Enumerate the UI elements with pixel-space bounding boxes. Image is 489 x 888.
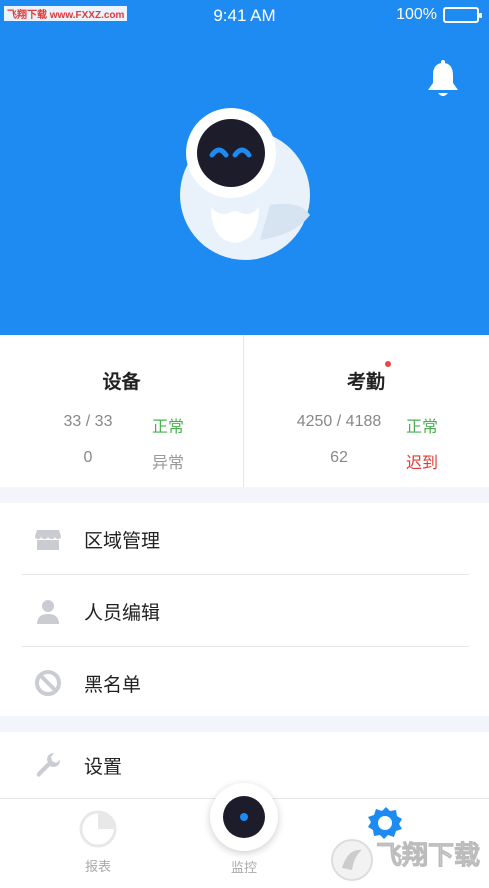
battery-percent: 100%	[396, 6, 437, 23]
main-menu: 区域管理 人员编辑 黑名单	[0, 503, 489, 719]
watermark-bottom-text: 飞翔下载	[376, 841, 480, 871]
menu-label-blacklist: 黑名单	[84, 674, 142, 696]
robot-mascot-icon	[180, 108, 310, 260]
stats-panel: 设备 33 / 33 正常 0 异常 考勤 4250 / 4188 正常 62 …	[0, 335, 489, 487]
section-divider	[0, 716, 489, 732]
device-normal-label: 正常	[152, 419, 185, 436]
status-battery: 100%	[396, 6, 482, 24]
notification-dot	[385, 361, 391, 367]
hero-banner: 飞翔下载 www.FXXZ.com 9:41 AM 100%	[0, 0, 489, 335]
attendance-late-count: 62	[330, 449, 348, 466]
attendance-late-label: 迟到	[406, 455, 439, 472]
device-title: 设备	[102, 372, 141, 393]
store-icon	[35, 530, 61, 550]
menu-item-area-management[interactable]: 区域管理	[0, 503, 489, 575]
menu-item-blacklist[interactable]: 黑名单	[0, 647, 489, 719]
wrench-icon	[36, 753, 60, 777]
device-abnormal-count: 0	[83, 449, 93, 466]
tab-report[interactable]: 报表	[74, 809, 122, 875]
monitor-center-button[interactable]	[210, 783, 278, 851]
menu-label-personnel: 人员编辑	[84, 602, 161, 624]
section-divider	[0, 487, 489, 503]
menu-label-settings: 设置	[84, 756, 123, 778]
attendance-normal-count: 4250 / 4188	[296, 413, 382, 430]
device-normal-count: 33 / 33	[63, 413, 113, 430]
battery-icon	[443, 7, 482, 23]
attendance-title: 考勤	[346, 372, 385, 393]
tab-report-label: 报表	[84, 859, 111, 874]
pie-chart-icon	[79, 810, 117, 848]
attendance-normal-label: 正常	[406, 419, 439, 436]
watermark-logo: 飞翔下载	[331, 839, 480, 881]
tab-monitor[interactable]: 监控	[218, 853, 270, 876]
ban-icon	[35, 670, 61, 696]
tab-monitor-label: 监控	[230, 860, 257, 875]
bell-icon[interactable]	[425, 60, 461, 100]
device-abnormal-label: 异常	[152, 455, 185, 472]
menu-item-personnel-edit[interactable]: 人员编辑	[0, 575, 489, 647]
person-icon	[37, 600, 59, 624]
camera-eye-icon	[223, 796, 265, 838]
attendance-stats-card[interactable]: 考勤 4250 / 4188 正常 62 迟到	[244, 335, 488, 487]
device-stats-card[interactable]: 设备 33 / 33 正常 0 异常	[0, 335, 244, 487]
menu-label-area: 区域管理	[84, 530, 161, 552]
